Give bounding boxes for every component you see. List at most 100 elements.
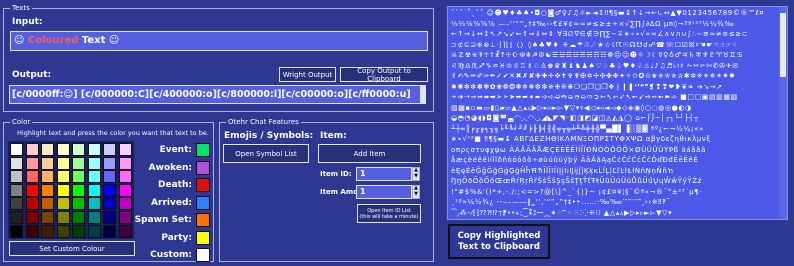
symbol-row: ←↑→↓↔↕↖↗↘↙⇐⇑⇒⇓⇔⇕ ∀∃∅∇∈∉∋∏∑−∓∗∘∙√∝∞∠∧∨∩∪∫… [451, 30, 749, 38]
open-item-id-list-note: (this will take a minute) [359, 213, 419, 220]
input-field[interactable]: ☺ Coloured Text ☺ [10, 31, 428, 51]
input-text-segment: ☺ [14, 35, 28, 46]
palette-swatch[interactable] [56, 143, 70, 156]
palette-swatch[interactable] [25, 197, 39, 211]
palette-swatch[interactable] [10, 197, 23, 211]
palette-swatch[interactable] [25, 143, 39, 156]
preset-swatch[interactable] [196, 160, 210, 175]
input-text-segment: ☺ [108, 35, 120, 46]
palette-swatch[interactable] [72, 156, 85, 170]
palette-swatch[interactable] [10, 156, 23, 170]
copy-highlighted-button[interactable]: Copy Highlighted Text to Clipboard [448, 224, 550, 259]
palette-swatch[interactable] [10, 143, 23, 156]
output-scrollbar[interactable] [420, 86, 425, 103]
palette-swatch[interactable] [10, 170, 23, 184]
symbol-row: ėĘęĚěĜĝĞğĠġĢģĤĥĦħĨĩĪīĬĭĮįİıĲĳĴĵĶķĸĹĺĻļĽľ… [451, 166, 674, 175]
input-label: Input: [12, 17, 43, 27]
color-legend: Color [10, 117, 33, 128]
palette-swatch[interactable] [25, 170, 39, 184]
symbol-row: åæçèéêëìíîïðñòóôõö÷øùúûüýþÿ ĀāĂăĄąĆćĈĉĊċ… [451, 156, 699, 164]
preset-swatch[interactable] [196, 213, 210, 227]
palette-swatch[interactable] [72, 197, 85, 211]
input-rich-text: ☺ Coloured Text ☺ [14, 35, 119, 46]
palette-swatch[interactable] [41, 224, 54, 238]
symbol-row: ⅓⅔⅛⅜⅝⅞ —–‘’“”„†‡‰‹›€£¥¢∞≈≠≤≥±÷×√∑∏∫∂∆Ω µ… [451, 19, 735, 28]
item-id-value: 1 [360, 169, 366, 178]
open-item-id-list-button[interactable]: Open Item ID List (this will take a minu… [357, 204, 421, 223]
palette-swatch[interactable] [10, 224, 23, 238]
preset-swatch[interactable] [196, 178, 210, 192]
palette-swatch[interactable] [56, 183, 70, 197]
symbol-row: ⁀⁁⁂⁃⁄⁅⁆⁇⁈⁉⁊⁋⁌⁍⁎⁏⁐⁑⁒⁓⁔⁕⁖⁗⁘⁙⁚⁛⁜⁝⁞ ▲△▴▵▶▷▸▹… [451, 208, 673, 217]
symbol-row: ➛➜➝➞➟➠➡➢➣➤➥➦➧➨➩➪➫➬➭➮➯➱➲➳➴➵➶➷➸➹➺➻➼➽➾ ■□▢▣… [451, 93, 738, 101]
palette-swatch[interactable] [41, 211, 54, 224]
output-field[interactable]: [c/0000ff:☺] [c/000000:C][c/400000:o][c/… [9, 85, 426, 104]
palette-swatch[interactable] [56, 224, 70, 238]
palette-swatch[interactable] [56, 170, 70, 184]
item-id-spinner[interactable]: ▲ ▼ [412, 167, 420, 181]
preset-swatch[interactable] [196, 143, 210, 157]
palette-swatch[interactable] [87, 170, 101, 184]
palette-swatch[interactable] [87, 183, 101, 197]
palette-swatch[interactable] [56, 156, 70, 170]
palette-swatch[interactable] [87, 224, 101, 238]
palette-swatch[interactable] [56, 211, 70, 224]
palette-swatch[interactable] [25, 224, 39, 238]
symbol-row: ☠☡☢☣☤☥☦☧☨☩☪☫☬☭☮☯☰☱☲☳☴☵☶☷☸☹☺☻☼☽☾☿♀♁♂♃♄♅♆♇… [451, 51, 744, 59]
palette-swatch[interactable] [41, 156, 54, 170]
palette-swatch[interactable] [87, 211, 101, 224]
palette-swatch[interactable] [72, 183, 85, 197]
palette-swatch[interactable] [41, 197, 54, 211]
palette-swatch[interactable] [72, 143, 85, 156]
palette-swatch[interactable] [72, 170, 85, 184]
palette-swatch[interactable] [72, 224, 85, 238]
item-amount-spinner[interactable]: ▲ ▼ [412, 185, 420, 199]
preset-swatch[interactable] [196, 195, 210, 210]
palette-swatch[interactable] [25, 156, 39, 170]
symbol-row: ◒◓◔◕◖◗◘◙◚◛◜◝◞◟◠◡◢◣◤◥◦◧◨◩◪◫◬◭◮◯ ⌂⌐⌠⌡─│┌┐└… [451, 114, 699, 122]
symbol-row: ¸¹º»¼½¾¿ ‐‑‒–—―‖‗‘’‚‛“”„‟†‡•‣․‥…‧‰‱′″‴‵‶… [451, 198, 671, 206]
item-amount-input[interactable]: 1 [356, 185, 412, 199]
palette-swatch[interactable] [10, 211, 23, 224]
palette-swatch[interactable] [87, 143, 101, 156]
texts-legend: Texts [10, 3, 32, 14]
emoji-heading: Emojis / Symbols: [224, 131, 314, 141]
preset-swatch[interactable] [196, 230, 210, 245]
set-custom-colour-button[interactable]: Set Custom Colour [9, 241, 135, 256]
open-symbol-list-button[interactable]: Open Symbol List [223, 144, 309, 163]
palette-swatch[interactable] [41, 143, 54, 156]
copy-output-button[interactable]: Copy Output to Clipboard [340, 67, 428, 83]
symbol-row: ŊŋŌōŎŏŐőŒœŔŕŖŗŘřŚśŜŝŞşŠšŢţŤťŦŧŨũŪūŬŭŮůŰű… [451, 177, 702, 185]
item-heading: Item: [320, 131, 347, 141]
symbol-scrollbar[interactable] [779, 7, 787, 219]
palette-swatch[interactable] [25, 211, 39, 224]
palette-swatch[interactable] [25, 183, 39, 197]
wright-output-button[interactable]: Wright Output [279, 67, 336, 82]
preset-label: Death: [158, 180, 192, 190]
preset-swatch[interactable] [196, 248, 210, 262]
item-id-input[interactable]: 1 [356, 167, 412, 181]
item-amount-value: 1 [360, 187, 366, 196]
symbol-list[interactable]: ˇˇ˘˙˚˛˜˝ ☺☻♥♦♣♠•◘○◙♂♀♪♫☼►◄↕‼¶§▬↨↑↓→←∟↔▲▼… [447, 6, 788, 220]
preset-label: Awoken: [148, 162, 192, 173]
palette-swatch[interactable] [72, 211, 85, 224]
input-text-segment: Coloured [27, 35, 79, 46]
palette-swatch[interactable] [87, 197, 101, 211]
add-item-button[interactable]: Add Item [318, 144, 421, 163]
palette-swatch[interactable] [41, 183, 54, 197]
preset-label: Spawn Set: [134, 215, 192, 225]
palette-swatch[interactable] [10, 183, 23, 197]
symbol-row: ▨▩▪▫▬▭▮▯▰▱▲△▴▵▶▷▸▹►▻▼▽▾▿◀◁◂◃◄◅◆◇◈◉◊○◌◍◎●… [451, 103, 692, 112]
symbol-row: !"#$%&'()*+,-./:;<=>?@[\]^_`{|}~ ¡¢£¤¥¦§… [451, 187, 703, 196]
symbol-scroll-thumb[interactable] [780, 13, 786, 77]
output-text: [c/0000ff:☺] [c/000000:C][c/400000:o][c/… [12, 89, 411, 100]
output-label: Output: [12, 70, 52, 80]
palette-swatch[interactable] [56, 197, 70, 211]
item-id-label: Item ID: [320, 170, 352, 178]
symbol-row: ┴┼═║╒╓╔╕╖╗╘╙╚╛╜╝╞╟╠╡╢╣╤╥╦╧╨╩╪╫╬▀▄█▌▐░▒▓ … [451, 124, 704, 133]
input-text-segment: Text [78, 35, 109, 46]
preset-label: Arrived: [151, 197, 192, 208]
symbol-rows: ˇˇ˘˙˚˛˜˝ ☺☻♥♦♣♠•◘○◙♂♀♪♫☼►◄↕‼¶§▬↨↑↓→←∟↔▲▼… [451, 8, 777, 218]
palette-swatch[interactable] [87, 156, 101, 170]
palette-swatch[interactable] [41, 170, 54, 184]
